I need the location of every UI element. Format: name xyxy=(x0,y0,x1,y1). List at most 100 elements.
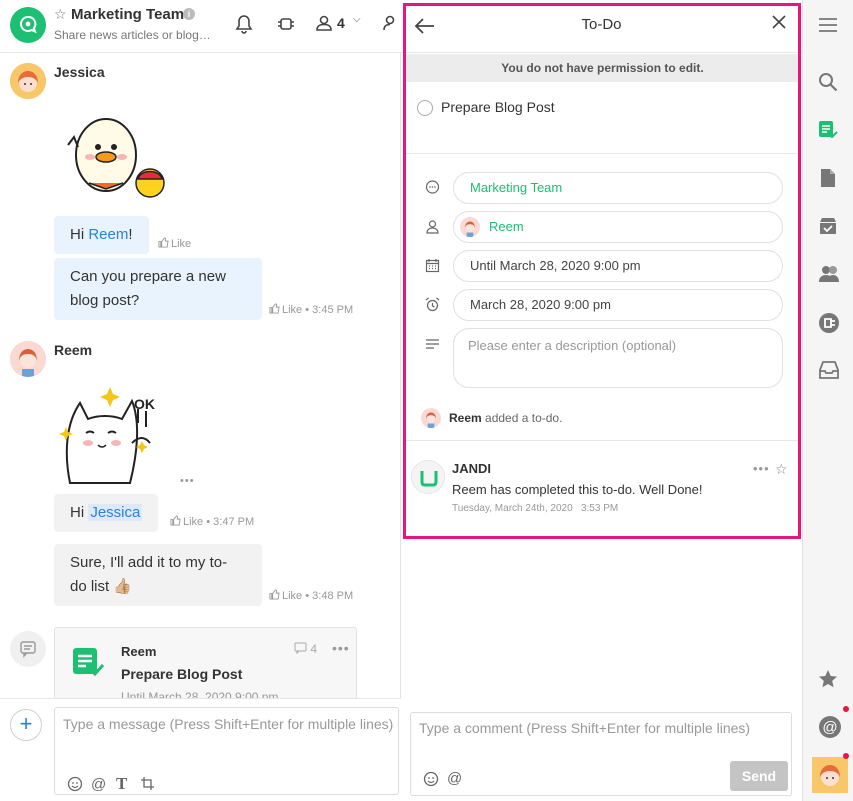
divider xyxy=(404,440,801,441)
crop-icon[interactable] xyxy=(140,776,155,795)
more-options-icon[interactable]: ••• xyxy=(753,461,770,476)
emoji-icon[interactable] xyxy=(423,771,439,791)
assignee-field[interactable]: Reem xyxy=(453,211,783,243)
due-date-field[interactable]: Until March 28, 2020 9:00 pm xyxy=(453,250,783,282)
todo-header: To-Do xyxy=(401,0,802,53)
more-options-icon[interactable]: ••• xyxy=(332,640,350,656)
team-logo-icon[interactable] xyxy=(10,7,46,43)
todo-icon xyxy=(71,646,107,683)
todo-card-due: Until March 28, 2020 9:00 pm xyxy=(121,690,279,698)
message-text: Hi xyxy=(70,504,89,521)
team-name[interactable]: Marketing Team xyxy=(71,6,184,23)
sender-name[interactable]: Reem xyxy=(54,342,92,358)
invite-member-icon[interactable] xyxy=(383,14,401,37)
sticker-more-icon[interactable]: ••• xyxy=(180,475,195,487)
connect-icon[interactable] xyxy=(818,312,840,339)
activity-action: added a to-do. xyxy=(481,411,563,425)
member-count[interactable]: 4 xyxy=(337,15,345,31)
svg-text:@: @ xyxy=(822,719,837,736)
bell-icon[interactable] xyxy=(235,14,253,39)
bot-message-time: Tuesday, March 24th, 2020 3:53 PM xyxy=(452,503,619,514)
message-input[interactable]: Type a message (Press Shift+Enter for mu… xyxy=(54,707,399,795)
members-icon[interactable] xyxy=(818,264,840,289)
mention-icon[interactable]: @ xyxy=(91,776,106,793)
permission-notice: You do not have permission to edit. xyxy=(404,54,801,82)
thumbs-up-icon[interactable] xyxy=(170,515,181,526)
todo-card-comment-count[interactable]: 4 xyxy=(294,642,317,656)
message-bubble[interactable]: Sure, I'll add it to my to- do list 👍🏼 xyxy=(54,544,262,606)
todo-icon[interactable] xyxy=(818,120,838,145)
svg-text:OK: OK xyxy=(134,396,155,412)
chat-panel: ☆ Marketing Team i Share news articles o… xyxy=(0,0,401,801)
description-input[interactable]: Please enter a description (optional) xyxy=(453,328,783,388)
todo-card-title[interactable]: Prepare Blog Post xyxy=(121,666,242,682)
like-button[interactable]: Like xyxy=(171,238,191,250)
star-icon[interactable]: ☆ xyxy=(775,461,788,478)
message-time: 3:45 PM xyxy=(312,304,354,316)
todo-card-owner: Reem xyxy=(121,644,157,659)
add-attachment-button[interactable]: + xyxy=(10,709,42,741)
my-profile-avatar[interactable] xyxy=(812,757,848,793)
alarm-clock-icon xyxy=(425,297,440,317)
members-icon[interactable] xyxy=(315,14,333,37)
send-button[interactable]: Send xyxy=(730,761,788,791)
bot-name[interactable]: JANDI xyxy=(452,461,491,476)
divider xyxy=(404,153,801,154)
comment-icon xyxy=(294,642,307,655)
inbox-icon[interactable] xyxy=(818,360,840,385)
emoji-icon[interactable] xyxy=(67,776,83,796)
message-meta: Like xyxy=(158,237,191,250)
bot-message-text: Reem has completed this to-do. Well Done… xyxy=(452,482,703,497)
message-text: blog post? xyxy=(70,292,140,309)
text-format-icon[interactable]: T xyxy=(116,774,127,794)
thumbs-up-icon[interactable] xyxy=(269,589,280,600)
avatar[interactable] xyxy=(10,63,46,99)
jandi-bot-avatar[interactable] xyxy=(411,460,445,494)
todo-complete-checkbox[interactable] xyxy=(417,100,433,116)
mention-icon[interactable]: @ xyxy=(818,715,842,744)
connect-plug-icon[interactable] xyxy=(276,14,296,39)
sticker-image xyxy=(54,105,166,210)
todo-name: Prepare Blog Post xyxy=(441,99,555,115)
message-bubble[interactable]: Hi Reem! xyxy=(54,216,149,254)
sender-name[interactable]: Jessica xyxy=(54,64,105,80)
comment-count: 4 xyxy=(310,642,318,656)
menu-icon[interactable] xyxy=(818,17,838,38)
comment-input[interactable]: Type a comment (Press Shift+Enter for mu… xyxy=(410,712,792,796)
message-meta: Like • 3:47 PM xyxy=(170,515,254,528)
search-icon[interactable] xyxy=(818,72,838,97)
mention-link[interactable]: Reem xyxy=(88,226,128,243)
thumbs-up-icon[interactable] xyxy=(158,237,169,248)
star-icon[interactable] xyxy=(818,669,838,694)
activity-actor[interactable]: Reem xyxy=(449,411,482,425)
todo-card[interactable]: Reem Prepare Blog Post Until March 28, 2… xyxy=(54,627,357,698)
like-button[interactable]: Like xyxy=(282,304,302,316)
archive-icon[interactable] xyxy=(818,216,838,241)
reminder-field[interactable]: March 28, 2020 9:00 pm xyxy=(453,289,783,321)
info-icon[interactable]: i xyxy=(183,8,195,20)
message-meta: Like • 3:48 PM xyxy=(269,589,353,602)
todo-panel: To-Do You do not have permission to edit… xyxy=(401,0,802,801)
message-list[interactable]: Jessica Hi Reem! Like Can you prepare a … xyxy=(0,53,400,698)
calendar-icon xyxy=(425,258,440,278)
mention-link[interactable]: Jessica xyxy=(88,504,143,521)
message-meta: Like • 3:45 PM xyxy=(269,303,353,316)
favorite-star-icon[interactable]: ☆ xyxy=(54,6,67,23)
mention-icon[interactable]: @ xyxy=(447,770,462,787)
like-button[interactable]: Like xyxy=(183,516,203,528)
like-button[interactable]: Like xyxy=(282,590,302,602)
topic-icon xyxy=(425,180,440,200)
assignee-icon xyxy=(425,219,440,239)
comment-placeholder: Type a comment (Press Shift+Enter for mu… xyxy=(419,720,751,736)
file-icon[interactable] xyxy=(818,168,838,193)
message-text: ! xyxy=(128,226,133,243)
close-icon[interactable] xyxy=(771,14,787,35)
thumbs-up-icon[interactable] xyxy=(269,303,280,314)
message-bubble[interactable]: Can you prepare a new blog post? xyxy=(54,258,262,320)
todo-panel-title: To-Do xyxy=(581,16,622,33)
topic-field[interactable]: Marketing Team xyxy=(453,172,783,204)
message-bubble[interactable]: Hi Jessica xyxy=(54,494,159,532)
right-rail: @ xyxy=(802,0,853,801)
avatar[interactable] xyxy=(10,341,46,377)
chevron-down-icon[interactable]: ⌵ xyxy=(353,14,361,25)
